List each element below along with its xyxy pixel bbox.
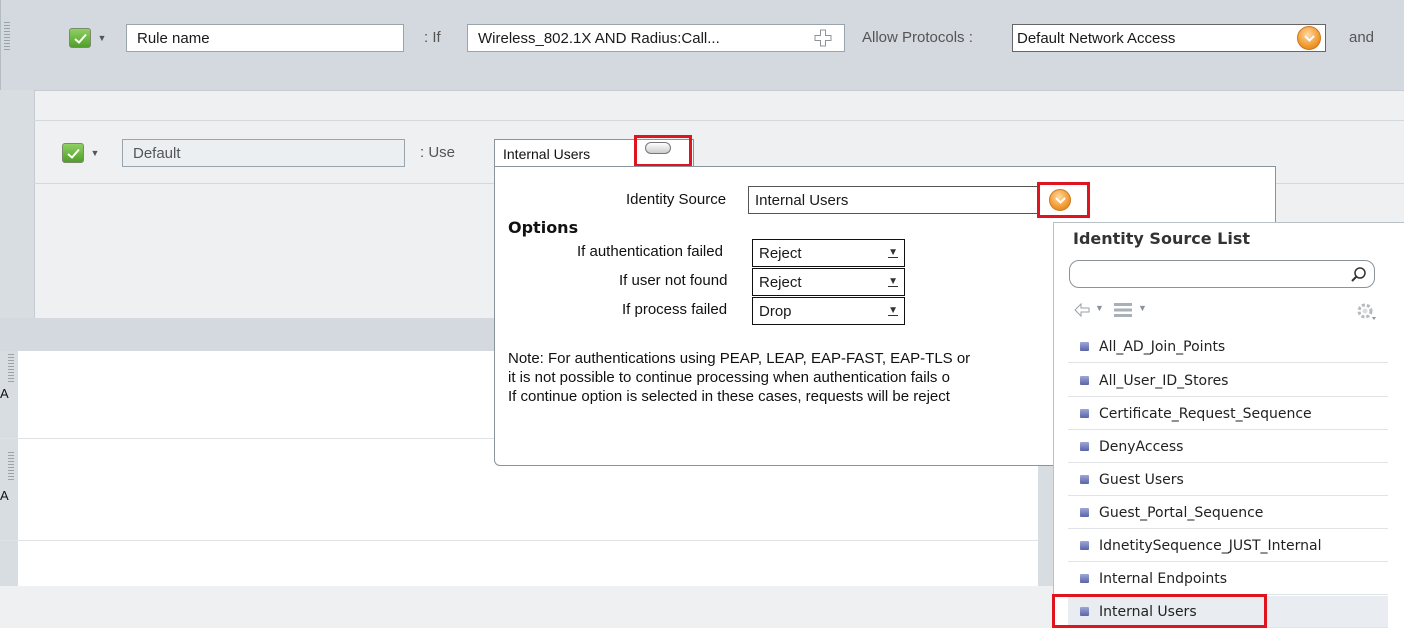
- chevron-down-icon[interactable]: [1297, 26, 1321, 50]
- footer-area: [0, 586, 1060, 628]
- search-icon[interactable]: [1350, 266, 1368, 284]
- if-label: : If: [424, 29, 441, 46]
- list-item-label: All_AD_Join_Points: [1099, 338, 1226, 355]
- drag-handle[interactable]: [4, 22, 10, 52]
- chevron-down-icon[interactable]: ▼: [1138, 303, 1147, 313]
- identity-source-input[interactable]: Internal Users: [748, 186, 1038, 214]
- allow-protocols-label: Allow Protocols :: [862, 29, 973, 46]
- auth-failed-value: Reject: [759, 244, 802, 262]
- list-item[interactable]: DenyAccess: [1068, 431, 1388, 463]
- identity-source-label: Identity Source: [626, 191, 727, 208]
- default-options-dropdown-icon[interactable]: ▼: [88, 146, 102, 160]
- list-item-label: Internal Endpoints: [1099, 570, 1228, 587]
- list-bullet-icon: [1080, 574, 1089, 583]
- source-search-input[interactable]: [1069, 260, 1375, 288]
- process-failed-select[interactable]: Drop ▼: [752, 297, 905, 325]
- source-list-title: Identity Source List: [1073, 229, 1250, 248]
- dropdown-arrow-icon: ▼: [888, 304, 898, 316]
- list-item-label: DenyAccess: [1099, 438, 1184, 455]
- rule-options-dropdown-icon[interactable]: ▼: [95, 31, 109, 45]
- list-bullet-icon: [1080, 541, 1089, 550]
- selected-item-highlight: [1052, 594, 1267, 628]
- user-not-found-select[interactable]: Reject ▼: [752, 268, 905, 296]
- drag-handle[interactable]: [8, 452, 14, 480]
- condition-value: Wireless_802.1X AND Radius:Call...: [478, 29, 720, 47]
- list-item-label: Guest_Portal_Sequence: [1099, 504, 1264, 521]
- drag-handle[interactable]: [8, 354, 14, 382]
- auth-failed-label: If authentication failed: [577, 243, 723, 260]
- list-item[interactable]: All_User_ID_Stores: [1068, 365, 1388, 397]
- source-list-toolbar: ▼ ▼: [1063, 296, 1388, 326]
- list-bullet-icon: [1080, 342, 1089, 351]
- divider: [34, 120, 1404, 121]
- list-item-label: Guest Users: [1099, 471, 1184, 488]
- collapse-icon[interactable]: [645, 142, 671, 154]
- list-item[interactable]: Guest Users: [1068, 464, 1388, 496]
- list-item[interactable]: All_AD_Join_Points: [1068, 331, 1388, 363]
- note-line-3: If continue option is selected in these …: [508, 388, 950, 405]
- list-item[interactable]: Certificate_Request_Sequence: [1068, 398, 1388, 430]
- note-line-2: it is not possible to continue processin…: [508, 369, 950, 386]
- list-bullet-icon: [1080, 475, 1089, 484]
- note-line-1: Note: For authentications using PEAP, LE…: [508, 350, 971, 367]
- and-label: and: [1349, 29, 1375, 46]
- back-arrow-icon[interactable]: [1073, 302, 1091, 318]
- gear-icon[interactable]: [1355, 301, 1377, 321]
- rule-name-input[interactable]: Rule name: [126, 24, 404, 52]
- list-item-label: Certificate_Request_Sequence: [1099, 405, 1312, 422]
- chevron-down-icon[interactable]: ▼: [1095, 303, 1104, 313]
- user-not-found-value: Reject: [759, 273, 802, 291]
- divider: [0, 540, 1038, 541]
- identity-source-value: Internal Users: [755, 191, 849, 209]
- process-failed-label: If process failed: [622, 301, 728, 318]
- default-enabled-checkbox[interactable]: [62, 143, 84, 163]
- chevron-down-icon[interactable]: [1049, 189, 1071, 211]
- row-label: A: [0, 488, 9, 503]
- list-item-label: IdnetitySequence_JUST_Internal: [1099, 537, 1322, 554]
- dropdown-arrow-icon: ▼: [888, 275, 898, 287]
- options-heading: Options: [508, 218, 579, 237]
- list-bullet-icon: [1080, 409, 1089, 418]
- row-label: A: [0, 386, 9, 401]
- list-bullet-icon: [1080, 508, 1089, 517]
- rule-enabled-checkbox[interactable]: [69, 28, 91, 48]
- use-label: : Use: [420, 144, 456, 161]
- list-view-icon[interactable]: [1113, 302, 1133, 318]
- condition-field[interactable]: Wireless_802.1X AND Radius:Call...: [467, 24, 845, 52]
- add-condition-icon[interactable]: [812, 27, 834, 49]
- list-item[interactable]: Guest_Portal_Sequence: [1068, 497, 1388, 529]
- list-item-label: All_User_ID_Stores: [1099, 372, 1229, 389]
- check-icon: [66, 148, 80, 159]
- process-failed-value: Drop: [759, 302, 792, 320]
- auth-failed-select[interactable]: Reject ▼: [752, 239, 905, 267]
- check-icon: [73, 33, 87, 44]
- dropdown-arrow-icon: ▼: [888, 246, 898, 258]
- allow-protocols-value: Default Network Access: [1017, 29, 1176, 47]
- list-item[interactable]: IdnetitySequence_JUST_Internal: [1068, 530, 1388, 562]
- default-name-field: Default: [122, 139, 405, 167]
- allow-protocols-select[interactable]: Default Network Access: [1012, 24, 1326, 52]
- user-not-found-label: If user not found: [619, 272, 728, 289]
- list-bullet-icon: [1080, 376, 1089, 385]
- list-item[interactable]: Internal Endpoints: [1068, 563, 1388, 595]
- identity-value: Internal Users: [503, 146, 591, 162]
- list-bullet-icon: [1080, 442, 1089, 451]
